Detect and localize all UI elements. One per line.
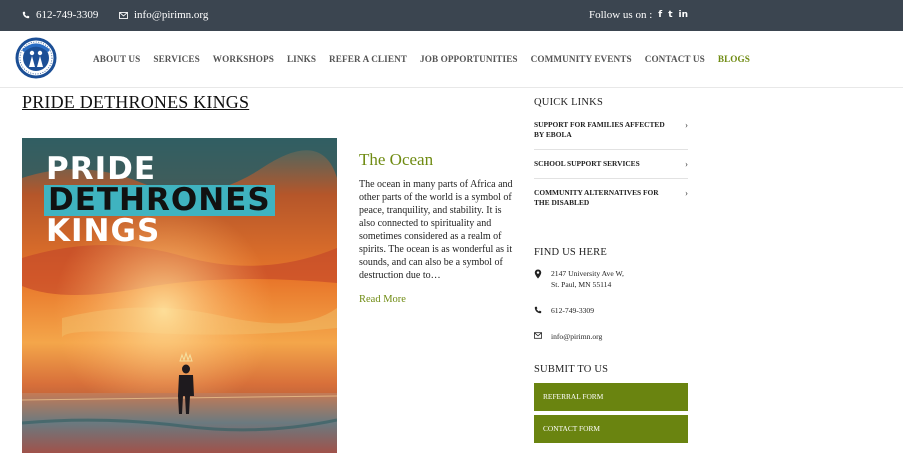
chevron-right-icon: › (685, 188, 688, 198)
post-image-title: PRIDE DETHRONES KINGS (44, 151, 275, 249)
twitter-icon[interactable]: t (668, 10, 672, 20)
email-row[interactable]: info@pirimn.org (534, 331, 688, 342)
facebook-icon[interactable]: f (658, 10, 662, 20)
nav-links[interactable]: LINKS (287, 54, 316, 64)
post-heading: The Ocean (359, 150, 434, 169)
topbar-email-text: info@pirimn.org (134, 9, 209, 21)
quick-link-label: SCHOOL SUPPORT SERVICES (534, 159, 640, 168)
quick-link-label: SUPPORT FOR FAMILIES AFFECTED BY EBOLA (534, 120, 665, 139)
nav-job-opportunities[interactable]: JOB OPPORTUNITIES (420, 54, 518, 64)
phone-row[interactable]: 612-749-3309 (534, 305, 688, 316)
submit-heading: SUBMIT TO US (534, 364, 609, 375)
main-nav: ABOUT US SERVICES WORKSHOPS LINKS REFER … (93, 54, 750, 64)
topbar-phone[interactable]: 612-749-3309 (22, 9, 98, 21)
quick-links-list: SUPPORT FOR FAMILIES AFFECTED BY EBOLA ›… (534, 120, 688, 217)
quick-link-ebola-support[interactable]: SUPPORT FOR FAMILIES AFFECTED BY EBOLA › (534, 120, 688, 150)
envelope-icon (534, 332, 542, 339)
post-title-link[interactable]: PRIDE DETHRONES KINGS (22, 92, 249, 113)
nav-blogs[interactable]: BLOGS (718, 54, 750, 64)
post-image-title-line-2: DETHRONES (44, 185, 275, 216)
address-row: 2147 University Ave W, St. Paul, MN 5511… (534, 268, 688, 290)
chevron-right-icon: › (685, 120, 688, 130)
read-more-link[interactable]: Read More (359, 294, 406, 305)
logo[interactable] (15, 37, 57, 79)
map-pin-icon (534, 269, 542, 279)
phone-icon (22, 11, 30, 19)
nav-about-us[interactable]: ABOUT US (93, 54, 140, 64)
sidebar-phone-text: 612-749-3309 (551, 306, 595, 315)
referral-form-button[interactable]: REFERRAL FORM (534, 383, 688, 411)
nav-community-events[interactable]: COMMUNITY EVENTS (531, 54, 632, 64)
main-header: ABOUT US SERVICES WORKSHOPS LINKS REFER … (0, 31, 903, 88)
topbar-email[interactable]: info@pirimn.org (119, 9, 208, 21)
linkedin-icon[interactable]: in (679, 10, 689, 20)
post-excerpt-text: The ocean in many parts of Africa and ot… (359, 179, 513, 281)
post-image-title-line-3: KINGS (46, 213, 161, 249)
chevron-right-icon: › (685, 159, 688, 169)
quick-link-community-alternatives[interactable]: COMMUNITY ALTERNATIVES FOR THE DISABLED … (534, 188, 688, 217)
sidebar-email-text: info@pirimn.org (551, 332, 603, 341)
nav-services[interactable]: SERVICES (153, 54, 199, 64)
find-us-heading: FIND US HERE (534, 247, 607, 258)
quick-link-label: COMMUNITY ALTERNATIVES FOR THE DISABLED (534, 188, 659, 207)
address-line-2: St. Paul, MN 55114 (551, 280, 612, 289)
topbar-phone-text: 612-749-3309 (36, 9, 99, 21)
phone-icon (534, 306, 542, 314)
quick-links-heading: QUICK LINKS (534, 97, 603, 108)
nav-workshops[interactable]: WORKSHOPS (213, 54, 274, 64)
nav-contact-us[interactable]: CONTACT US (645, 54, 705, 64)
follow-us: Follow us on : f t in (589, 9, 688, 21)
post-excerpt: The Ocean The ocean in many parts of Afr… (359, 150, 519, 307)
quick-link-school-support[interactable]: SCHOOL SUPPORT SERVICES › (534, 159, 688, 179)
envelope-icon (119, 11, 128, 19)
sidebar: QUICK LINKS SUPPORT FOR FAMILIES AFFECTE… (534, 97, 688, 443)
top-bar: 612-749-3309 info@pirimn.org Follow us o… (0, 0, 903, 31)
nav-refer-a-client[interactable]: REFER A CLIENT (329, 54, 407, 64)
post-image-title-line-1: PRIDE (46, 151, 157, 187)
post-image[interactable]: PRIDE DETHRONES KINGS (22, 138, 337, 453)
address-line-1: 2147 University Ave W, (551, 269, 624, 278)
follow-label: Follow us on : (589, 9, 653, 21)
contact-form-button[interactable]: CONTACT FORM (534, 415, 688, 443)
